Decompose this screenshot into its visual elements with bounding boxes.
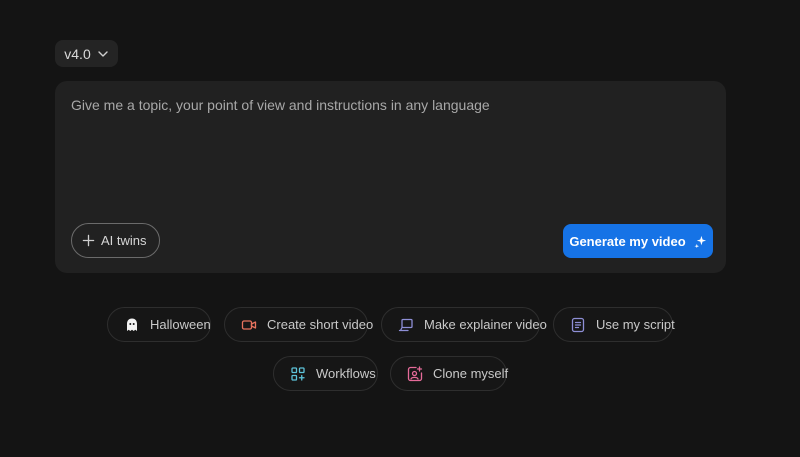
prompt-input[interactable]: [71, 97, 701, 217]
suggestion-label: Create short video: [267, 317, 374, 332]
generate-video-label: Generate my video: [569, 233, 686, 249]
version-select[interactable]: v4.0: [55, 40, 118, 67]
suggestion-label: Workflows: [316, 366, 376, 381]
generate-video-button[interactable]: Generate my video: [563, 224, 713, 258]
suggestion-label: Clone myself: [433, 366, 509, 381]
workflow-grid-icon: [291, 366, 305, 381]
suggestion-label: Make explainer video: [424, 317, 547, 332]
suggestion-clone-myself[interactable]: Clone myself: [390, 356, 509, 391]
ghost-icon: [127, 318, 137, 331]
prompt-composer: AI twins Generate my video: [55, 81, 726, 273]
suggestion-label: Use my script: [596, 317, 675, 332]
suggestion-label: Halloween: [150, 317, 211, 332]
presentation-icon: [398, 318, 413, 331]
person-sparkle-icon: [407, 365, 423, 381]
chevron-down-icon: [98, 50, 108, 57]
suggestion-make-explainer-video[interactable]: Make explainer video: [381, 307, 547, 342]
ai-twins-label: AI twins: [101, 233, 147, 248]
suggestion-workflows[interactable]: Workflows: [273, 356, 378, 391]
suggestion-halloween[interactable]: Halloween: [107, 307, 211, 342]
plus-icon: [82, 234, 95, 247]
version-label: v4.0: [64, 45, 91, 62]
document-icon: [571, 317, 585, 332]
sparkle-icon: [694, 235, 706, 248]
suggestion-create-short-video[interactable]: Create short video: [224, 307, 373, 342]
video-camera-icon: [241, 319, 257, 330]
ai-twins-button[interactable]: AI twins: [71, 223, 160, 258]
suggestion-use-my-script[interactable]: Use my script: [553, 307, 675, 342]
